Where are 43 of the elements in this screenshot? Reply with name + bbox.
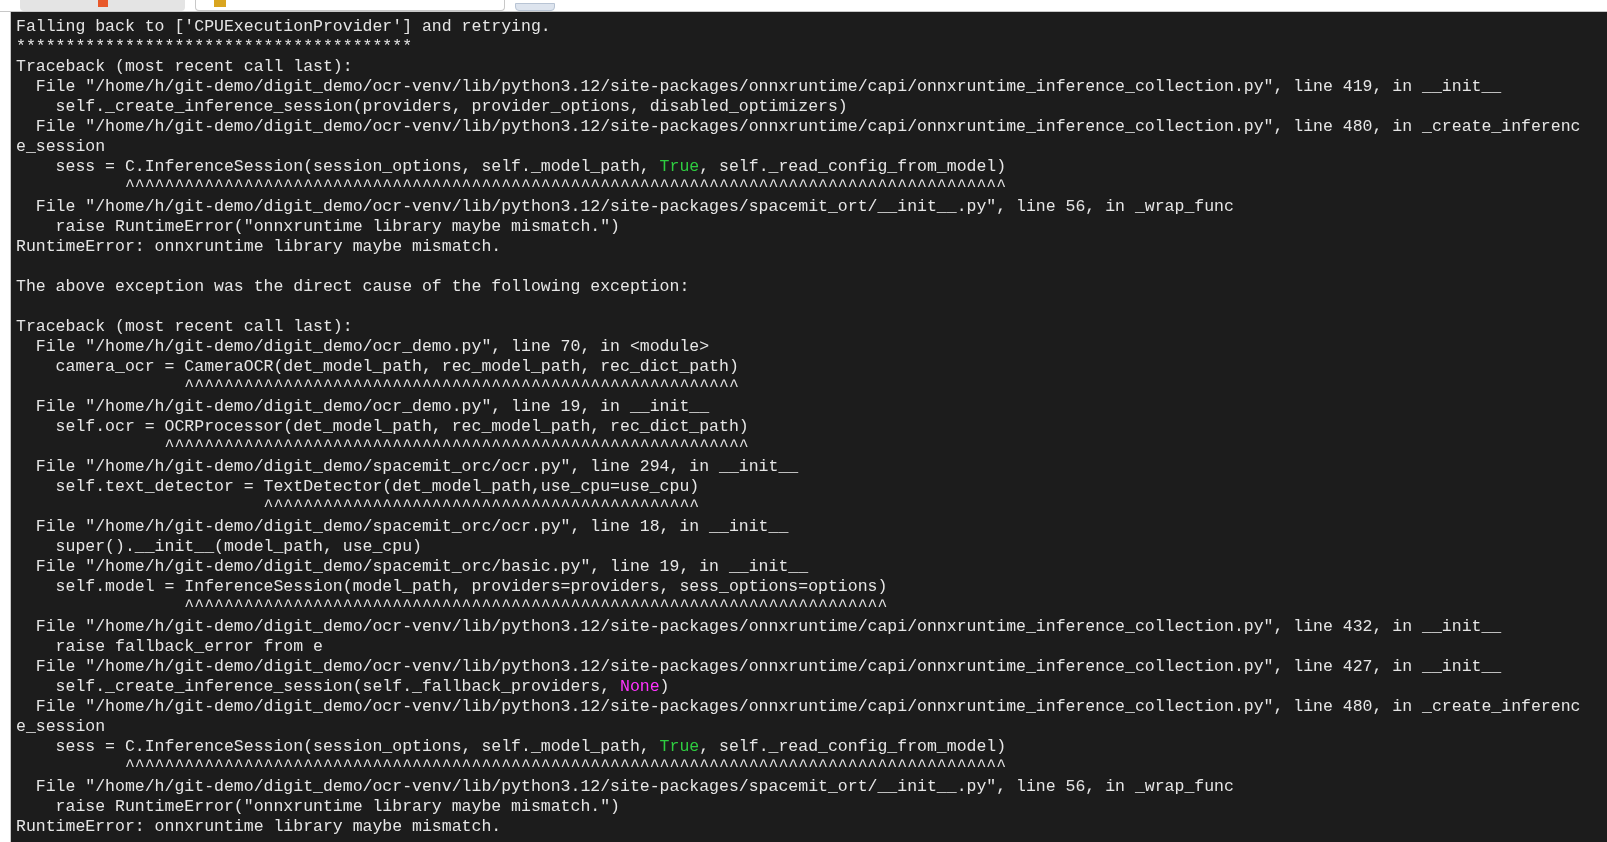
terminal-line: File "/home/h/git-demo/digit_demo/ocr_demo.py", line 19, in __init__ — [34, 397, 710, 417]
terminal-line: ^^^^^^^^^^^^^^^^^^^^^^^^^^^^^^^^^^^^^^^^^^^^ — [262, 497, 700, 517]
terminal-line: RuntimeError: onnxruntime library maybe mismatch. — [16, 237, 502, 257]
terminal-line: File "/home/h/git-demo/digit_demo/spacemit_orc/basic.py", line 19, in __init__ — [34, 557, 809, 577]
terminal-line: File "/home/h/git-demo/digit_demo/ocr_demo.py", line 70, in <module> — [34, 337, 710, 357]
terminal-line: ^^^^^^^^^^^^^^^^^^^^^^^^^^^^^^^^^^^^^^^^^^^^^^^^^^^^^^^^^^^^^^^^^^^^^^^ — [183, 597, 888, 617]
terminal-line: self._create_inference_session(self._fallback_providers, None) — [54, 677, 670, 697]
terminal-line: Traceback (most recent call last): — [16, 317, 353, 337]
terminal-line: File "/home/h/git-demo/digit_demo/spacemit_orc/ocr.py", line 294, in __init__ — [34, 457, 799, 477]
terminal-line: File "/home/h/git-demo/digit_demo/ocr-venv/lib/python3.12/site-packages/onnxruntime/capi/onnxruntime_inference_collection.py", line 427, in __init__ — [34, 657, 1502, 677]
terminal-line: self.ocr = OCRProcessor(det_model_path, rec_model_path, rec_dict_path) — [54, 417, 749, 437]
terminal-line: File "/home/h/git-demo/digit_demo/ocr-venv/lib/python3.12/site-packages/onnxruntime/capi/onnxruntime_inference_collection.py", line 432, in __init__ — [34, 617, 1502, 637]
browser-tab[interactable] — [195, 0, 505, 11]
terminal-line: ^^^^^^^^^^^^^^^^^^^^^^^^^^^^^^^^^^^^^^^^^^^^^^^^^^^^^^^^^^^^^^^^^^^^^^^^^^^^^^^^^^^^^^^^^ — [123, 757, 1007, 777]
terminal-line: raise RuntimeError("onnxruntime library maybe mismatch.") — [54, 797, 620, 817]
terminal-line: File "/home/h/git-demo/digit_demo/ocr-venv/lib/python3.12/site-packages/onnxruntime/capi/onnxruntime_inference_collection.py", line 480, in _create_inferenc — [34, 117, 1581, 137]
browser-tab[interactable] — [20, 0, 185, 11]
terminal-line: **************************************** — [16, 37, 413, 57]
terminal-line: File "/home/h/git-demo/digit_demo/ocr-venv/lib/python3.12/site-packages/spacemit_ort/__init__.py", line 56, in _wrap_func — [34, 777, 1234, 797]
terminal-line: Traceback (most recent call last): — [16, 57, 353, 77]
terminal-line: raise fallback_error from e — [54, 637, 323, 657]
terminal-line: super().__init__(model_path, use_cpu) — [54, 537, 422, 557]
terminal-line: self.model = InferenceSession(model_path, providers=providers, sess_options=options) — [54, 577, 888, 597]
terminal-line: e_session — [16, 137, 106, 157]
terminal-line: The above exception was the direct cause of the following exception: — [16, 277, 690, 297]
terminal-line: sess = C.InferenceSession(session_options, self._model_path, True, self._read_config_from_model) — [54, 737, 1007, 757]
terminal-line: camera_ocr = CameraOCR(det_model_path, rec_model_path, rec_dict_path) — [54, 357, 739, 377]
terminal-line: File "/home/h/git-demo/digit_demo/ocr-venv/lib/python3.12/site-packages/onnxruntime/capi/onnxruntime_inference_collection.py", line 419, in __init__ — [34, 77, 1502, 97]
terminal-line: e_session — [16, 717, 106, 737]
terminal-line: ^^^^^^^^^^^^^^^^^^^^^^^^^^^^^^^^^^^^^^^^^^^^^^^^^^^^^^^^^^^^^^^^^^^^^^^^^^^^^^^^^^^^^^^^^ — [123, 177, 1007, 197]
terminal-line: raise RuntimeError("onnxruntime library maybe mismatch.") — [54, 217, 620, 237]
terminal-line: self._create_inference_session(providers, provider_options, disabled_optimizers) — [54, 97, 848, 117]
terminal-line: File "/home/h/git-demo/digit_demo/spacemit_orc/ocr.py", line 18, in __init__ — [34, 517, 789, 537]
terminal-line: Falling back to ['CPUExecutionProvider'] and retrying. — [16, 17, 551, 37]
terminal-line: sess = C.InferenceSession(session_options, self._model_path, True, self._read_config_from_model) — [54, 157, 1007, 177]
terminal-line: ^^^^^^^^^^^^^^^^^^^^^^^^^^^^^^^^^^^^^^^^^^^^^^^^^^^^^^^^^^^ — [163, 437, 749, 457]
terminal-line: File "/home/h/git-demo/digit_demo/ocr-venv/lib/python3.12/site-packages/spacemit_ort/__init__.py", line 56, in _wrap_func — [34, 197, 1234, 217]
new-tab-button[interactable] — [515, 3, 555, 11]
terminal-line: self.text_detector = TextDetector(det_model_path,use_cpu=use_cpu) — [54, 477, 700, 497]
terminal-line: RuntimeError: onnxruntime library maybe mismatch. — [16, 817, 502, 837]
terminal-line: ^^^^^^^^^^^^^^^^^^^^^^^^^^^^^^^^^^^^^^^^^^^^^^^^^^^^^^^^ — [183, 377, 739, 397]
terminal-line: File "/home/h/git-demo/digit_demo/ocr-venv/lib/python3.12/site-packages/onnxruntime/capi/onnxruntime_inference_collection.py", line 480, in _create_inferenc — [34, 697, 1581, 717]
app-icon — [97, 0, 108, 7]
